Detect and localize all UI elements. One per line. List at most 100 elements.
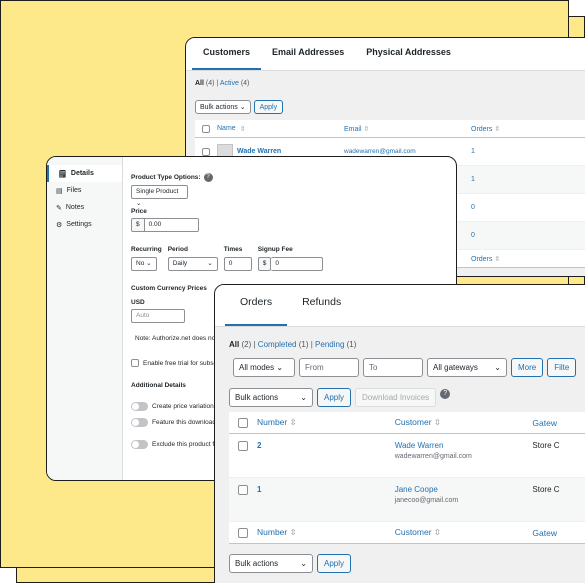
download-invoices-button[interactable]: Download Invoices	[355, 388, 437, 407]
customer-name-link[interactable]: Wade Warren	[237, 148, 281, 155]
orders-bulk-row-bottom: Bulk actions ⌄ Apply	[215, 554, 585, 573]
row-checkbox[interactable]	[238, 485, 248, 495]
order-number[interactable]: 2	[257, 441, 395, 450]
customer-orders[interactable]: 0	[471, 204, 551, 211]
sidebar-item-settings[interactable]: ⚙ Settings	[47, 216, 122, 233]
column-gateway[interactable]: Gatew	[532, 418, 585, 428]
sidebar-item-details[interactable]: 🗒 Details	[47, 165, 122, 182]
toggle-label: Feature this download in	[152, 419, 223, 426]
select-all-checkbox[interactable]	[202, 124, 210, 133]
orders-tabs: Orders Refunds	[215, 285, 585, 327]
bulk-select-value: Bulk actions	[235, 393, 279, 402]
signup-fee-label: Signup Fee	[257, 246, 293, 253]
order-view-links: All (2) | Completed (1) | Pending (1)	[215, 327, 585, 349]
sidebar-item-label: Notes	[65, 204, 85, 211]
view-all-label[interactable]: All	[195, 80, 204, 87]
row-checkbox[interactable]	[238, 441, 248, 451]
row-checkbox[interactable]	[202, 147, 210, 156]
free-trial-checkbox[interactable]	[131, 359, 139, 367]
sort-icon: ⇳	[431, 417, 442, 427]
price-variations-toggle[interactable]	[131, 402, 148, 411]
modes-select[interactable]: All modes ⌄	[233, 358, 295, 377]
to-placeholder: To	[369, 363, 378, 372]
gateways-value: All gateways	[433, 363, 478, 372]
times-input[interactable]: 0	[223, 257, 252, 271]
gateways-select[interactable]: All gateways ⌄	[427, 358, 507, 377]
customer-email: wadewarren@gmail.com	[394, 453, 472, 460]
toggle-label: Create price variations f	[152, 403, 221, 410]
view-active-link[interactable]: Active	[220, 80, 239, 87]
sidebar-item-files[interactable]: ▤ Files	[47, 182, 122, 199]
orders-bulk-select-bottom[interactable]: Bulk actions ⌄	[229, 554, 313, 573]
customer-orders[interactable]: 1	[471, 148, 551, 155]
column-orders[interactable]: Orders ⇳	[471, 125, 551, 133]
sort-icon: ⇳	[492, 125, 501, 133]
tab-orders[interactable]: Orders	[225, 285, 288, 326]
column-orders-footer[interactable]: Orders ⇳	[471, 255, 551, 263]
feature-download-toggle[interactable]	[131, 418, 148, 427]
sort-icon: ⇳	[361, 125, 370, 133]
price-input[interactable]: 0.00	[144, 218, 199, 232]
view-separator: |	[216, 80, 219, 87]
receipt-icon: 🗒	[58, 170, 67, 178]
chevron-down-icon: ⌄	[239, 104, 246, 111]
customers-apply-button[interactable]: Apply	[253, 100, 284, 114]
tab-refunds[interactable]: Refunds	[287, 285, 356, 326]
table-footer: Number ⇳ Customer ⇳ Gatew	[229, 522, 585, 544]
view-all-label[interactable]: All	[229, 340, 239, 349]
column-customer-footer[interactable]: Customer ⇳	[395, 527, 533, 538]
sort-icon: ⇳	[239, 125, 246, 133]
period-select[interactable]: Daily ⌄	[167, 257, 218, 271]
column-customer-label: Customer	[394, 527, 432, 537]
orders-bulk-select[interactable]: Bulk actions ⌄	[229, 388, 313, 407]
column-customer-label: Customer	[394, 417, 432, 427]
orders-apply-button-bottom[interactable]: Apply	[317, 554, 352, 573]
product-type-select[interactable]: Single Product ⌄	[131, 185, 188, 207]
select-all-checkbox[interactable]	[238, 527, 248, 538]
date-from-input[interactable]: From	[299, 358, 359, 377]
customer-email: janecoo@gmail.com	[394, 497, 459, 504]
customer-name-link[interactable]: Jane Coope	[395, 485, 533, 494]
column-name[interactable]: Name ⇳	[217, 125, 344, 133]
orders-apply-button[interactable]: Apply	[317, 388, 352, 407]
select-all-checkbox[interactable]	[238, 417, 248, 428]
customer-name-link[interactable]: Wade Warren	[395, 441, 533, 450]
customer-view-links: All (4) | Active (4)	[186, 71, 585, 87]
order-number[interactable]: 1	[257, 485, 395, 494]
more-filters-button[interactable]: More	[511, 358, 544, 377]
usd-price-input[interactable]: Auto	[131, 309, 185, 323]
filter-button[interactable]: Filte	[547, 358, 577, 377]
column-email[interactable]: Email ⇳	[344, 125, 471, 133]
column-customer[interactable]: Customer ⇳	[395, 417, 533, 428]
exclude-product-toggle[interactable]	[131, 440, 148, 449]
table-row: 2 Wade Warren wadewarren@gmail.com Store…	[229, 434, 585, 478]
recurring-select[interactable]: No ⌄	[131, 257, 157, 271]
date-to-input[interactable]: To	[363, 358, 423, 377]
column-gateway-footer[interactable]: Gatew	[532, 528, 585, 538]
sort-icon: ⇳	[287, 417, 297, 427]
tab-customers[interactable]: Customers	[192, 38, 262, 70]
view-completed-link[interactable]: Completed	[258, 340, 297, 349]
recurring-label: Recurring	[131, 246, 162, 253]
view-pending-link[interactable]: Pending	[315, 340, 344, 349]
help-icon[interactable]: ?	[203, 173, 213, 182]
customer-email[interactable]: wadewarren@gmail.com	[344, 148, 471, 155]
orders-filter-bar: All modes ⌄ From To All gateways ⌄ More …	[215, 358, 585, 377]
column-orders-label: Orders	[471, 255, 493, 263]
column-number[interactable]: Number ⇳	[257, 417, 395, 428]
pencil-icon: ✎	[56, 204, 62, 212]
view-completed-count: (1)	[298, 340, 309, 349]
product-sidebar: 🗒 Details ▤ Files ✎ Notes ⚙ Settings	[47, 157, 123, 480]
sidebar-item-notes[interactable]: ✎ Notes	[47, 199, 122, 216]
tab-email-addresses[interactable]: Email Addresses	[261, 38, 355, 70]
customer-orders[interactable]: 0	[471, 232, 551, 239]
column-number-footer[interactable]: Number ⇳	[257, 527, 395, 538]
help-icon[interactable]: ?	[440, 389, 451, 399]
sort-icon: ⇳	[492, 255, 501, 263]
customers-bulk-select[interactable]: Bulk actions ⌄	[195, 100, 251, 114]
tab-physical-addresses[interactable]: Physical Addresses	[355, 38, 462, 70]
bulk-select-value: Bulk actions	[235, 559, 279, 568]
signup-fee-input[interactable]: 0	[271, 257, 324, 271]
customer-orders[interactable]: 1	[471, 176, 551, 183]
orders-bulk-row: Bulk actions ⌄ Apply Download Invoices ?	[215, 388, 585, 407]
